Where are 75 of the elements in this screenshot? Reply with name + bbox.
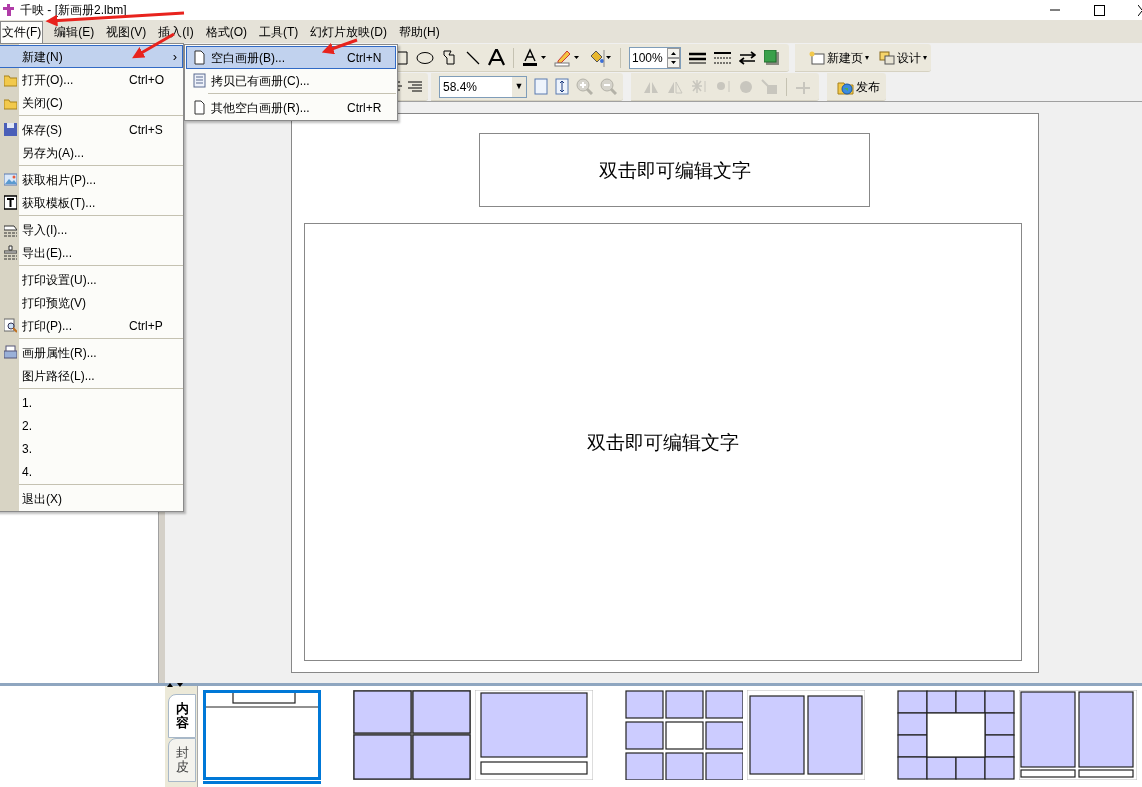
menu-item[interactable]: 退出(X): [0, 487, 183, 510]
menu-item[interactable]: 另存为(A)...: [0, 141, 183, 164]
align-center-icon[interactable]: [396, 79, 402, 94]
menu-item[interactable]: 图片路径(L)...: [0, 364, 183, 387]
line-weight-icon[interactable]: [689, 50, 706, 65]
layout-thumbnail[interactable]: [203, 690, 321, 780]
menu-item[interactable]: 其他空白画册(R)... Ctrl+R: [186, 96, 396, 119]
layout-thumbnail[interactable]: [747, 690, 865, 780]
shapes-icon[interactable]: [442, 49, 458, 66]
title-text-box[interactable]: 双击即可编辑文字: [479, 133, 870, 207]
menu-item[interactable]: 新建(N) ›: [0, 45, 183, 68]
letter-t-icon: [3, 195, 17, 210]
tray-icon: [3, 222, 17, 237]
new-page-button[interactable]: 新建页 ▾: [809, 48, 869, 67]
menu-item[interactable]: 获取相片(P)...: [0, 168, 183, 191]
arrows-icon[interactable]: [739, 50, 756, 65]
side-tab[interactable]: 封皮: [168, 738, 196, 782]
menu-bar-item[interactable]: 幻灯片放映(D): [309, 20, 388, 43]
spinner-icon[interactable]: [667, 47, 680, 68]
design-button[interactable]: 设计 ▾: [879, 48, 927, 67]
document-lines-icon: [192, 73, 206, 88]
content-text-box[interactable]: 双击即可编辑文字: [304, 223, 1022, 661]
menu-item[interactable]: 打开(O)... Ctrl+O: [0, 68, 183, 91]
menu-item[interactable]: 导入(I)...: [0, 218, 183, 241]
menu-item[interactable]: 保存(S) Ctrl+S: [0, 118, 183, 141]
maximize-icon[interactable]: [1094, 4, 1105, 16]
menu-item[interactable]: 导出(E)...: [0, 241, 183, 264]
menu-bar-item[interactable]: 格式(O): [204, 20, 248, 43]
publish-button[interactable]: 发布: [837, 77, 880, 96]
folder-icon: [3, 72, 17, 87]
layout-thumbnail[interactable]: [897, 690, 1015, 780]
tray-icon: [3, 245, 17, 260]
picture-icon: [3, 172, 17, 187]
font-color-icon[interactable]: [522, 47, 546, 68]
menu-item[interactable]: 2.: [0, 414, 183, 437]
menu-bar-item[interactable]: 视图(V): [105, 20, 148, 43]
zoom-dropdown[interactable]: 58.4% ▼: [439, 75, 527, 98]
app-logo-icon: [2, 4, 15, 16]
menu-item[interactable]: 空白画册(B)... Ctrl+N: [186, 46, 396, 69]
text-icon[interactable]: [488, 49, 505, 66]
dash-style-icon[interactable]: [714, 50, 731, 65]
layout-thumbnail[interactable]: [625, 690, 743, 780]
menu-item[interactable]: 获取模板(T)...: [0, 191, 183, 214]
menu-item[interactable]: 4.: [0, 460, 183, 483]
magnifier-icon: [3, 318, 17, 333]
menu-item[interactable]: 画册属性(R)...: [0, 341, 183, 364]
layers-icon: [879, 50, 895, 65]
menu-item[interactable]: 打印设置(U)...: [0, 268, 183, 291]
menu-item[interactable]: 打印预览(V): [0, 291, 183, 314]
menu-bar-item[interactable]: 编辑(E): [53, 20, 96, 43]
menu-item[interactable]: 1.: [0, 391, 183, 414]
paint-bucket-icon[interactable]: [588, 47, 612, 68]
document-icon: [192, 50, 206, 65]
layout-thumbnail[interactable]: [475, 690, 593, 780]
menu-item[interactable]: 拷贝已有画册(C)...: [186, 69, 396, 92]
menu-bar-item[interactable]: 帮助(H): [398, 20, 441, 43]
align-right-icon[interactable]: [408, 79, 422, 94]
ellipse-icon[interactable]: [416, 50, 434, 65]
document-icon: [192, 100, 206, 115]
layout-thumbnail[interactable]: [1019, 690, 1137, 780]
fit-height-icon[interactable]: [555, 78, 569, 95]
line-width-field[interactable]: 100%: [629, 46, 681, 69]
menu-item[interactable]: 打印(P)... Ctrl+P: [0, 314, 183, 337]
line-icon[interactable]: [466, 50, 480, 65]
new-page-icon: [809, 50, 825, 65]
menu-bar-item[interactable]: 工具(T): [258, 20, 300, 43]
close-icon[interactable]: [1138, 4, 1142, 16]
side-tab[interactable]: 内容: [168, 694, 196, 738]
layout-thumbnail[interactable]: [353, 690, 471, 780]
menu-item[interactable]: 关闭(C): [0, 91, 183, 114]
menu-item[interactable]: 3.: [0, 437, 183, 460]
printer-icon: [3, 345, 17, 360]
menu-bar-item[interactable]: 文件(F): [0, 20, 44, 43]
scroll-arrows-icon[interactable]: [165, 682, 185, 688]
shadow-square-icon[interactable]: [764, 50, 779, 65]
